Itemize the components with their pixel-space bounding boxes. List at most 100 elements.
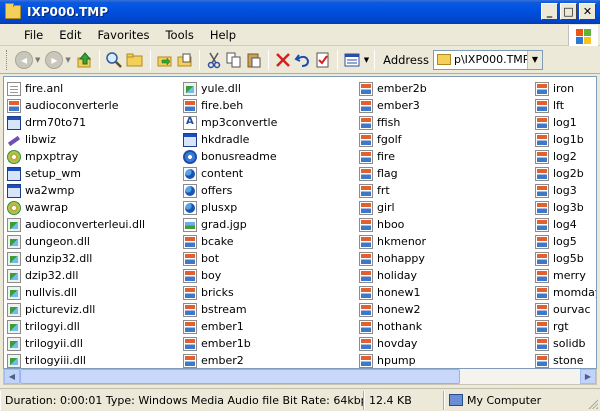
file-item[interactable]: plusxp [183, 199, 277, 216]
address-dropdown-button[interactable]: ▼ [526, 50, 542, 69]
file-item[interactable]: wawrap [7, 199, 145, 216]
search-button[interactable] [105, 49, 123, 71]
minimize-button[interactable]: _ [541, 3, 558, 20]
file-item[interactable]: libwiz [7, 131, 145, 148]
menu-file[interactable]: File [16, 28, 51, 42]
file-item[interactable]: wa2wmp [7, 182, 145, 199]
file-item[interactable]: audioconverterle [7, 97, 145, 114]
file-item[interactable]: honew1 [359, 284, 427, 301]
file-item[interactable]: iron [535, 80, 596, 97]
file-item[interactable]: hohappy [359, 250, 427, 267]
file-item[interactable]: mpxptray [7, 148, 145, 165]
copy-to-button[interactable] [176, 49, 194, 71]
properties-button[interactable] [314, 49, 332, 71]
up-folder-button[interactable] [76, 49, 94, 71]
file-item[interactable]: flag [359, 165, 427, 182]
file-item[interactable]: log1b [535, 131, 596, 148]
close-button[interactable]: ✕ [579, 3, 596, 20]
file-item[interactable]: ember3 [359, 97, 427, 114]
file-item[interactable]: log3b [535, 199, 596, 216]
file-item[interactable]: trilogyi.dll [7, 318, 145, 335]
maximize-button[interactable]: □ [560, 3, 577, 20]
cut-button[interactable] [205, 49, 223, 71]
file-item[interactable]: hkdradle [183, 131, 277, 148]
address-input[interactable]: p\IXP000.TMP [454, 53, 529, 66]
file-item[interactable]: setup_wm [7, 165, 145, 182]
file-item[interactable]: hpump [359, 352, 427, 368]
file-item[interactable]: ember2b [359, 80, 427, 97]
resize-grip[interactable] [586, 397, 598, 409]
move-to-button[interactable] [156, 49, 174, 71]
menu-favorites[interactable]: Favorites [90, 28, 158, 42]
copy-button[interactable] [225, 49, 243, 71]
file-item[interactable]: stone [535, 352, 596, 368]
file-item[interactable]: ember2 [183, 352, 277, 368]
folders-button[interactable] [125, 49, 145, 71]
file-item[interactable]: ember1 [183, 318, 277, 335]
file-item[interactable]: bot [183, 250, 277, 267]
file-item[interactable]: hboo [359, 216, 427, 233]
file-item[interactable]: bricks [183, 284, 277, 301]
file-item[interactable]: frt [359, 182, 427, 199]
file-item[interactable]: bonusreadme [183, 148, 277, 165]
forward-button[interactable]: ▸ ▼ [45, 49, 71, 71]
file-item[interactable]: yule.dll [183, 80, 277, 97]
scroll-left-button[interactable]: ◀ [4, 369, 20, 384]
file-item[interactable]: nullvis.dll [7, 284, 145, 301]
file-item[interactable]: lft [535, 97, 596, 114]
file-item[interactable]: fire [359, 148, 427, 165]
file-item[interactable]: pictureviz.dll [7, 301, 145, 318]
file-item[interactable]: log4 [535, 216, 596, 233]
delete-button[interactable] [274, 49, 292, 71]
back-button[interactable]: ◂ ▼ [15, 49, 40, 71]
menu-help[interactable]: Help [202, 28, 244, 42]
file-item[interactable]: mp3convertle [183, 114, 277, 131]
file-item[interactable]: hovday [359, 335, 427, 352]
scroll-track[interactable] [20, 369, 580, 384]
file-item[interactable]: solidb [535, 335, 596, 352]
file-item[interactable]: merry [535, 267, 596, 284]
file-item[interactable]: log3 [535, 182, 596, 199]
file-item[interactable]: ourvac [535, 301, 596, 318]
file-item[interactable]: bstream [183, 301, 277, 318]
file-item[interactable]: girl [359, 199, 427, 216]
file-item[interactable]: content [183, 165, 277, 182]
file-item[interactable]: dzip32.dll [7, 267, 145, 284]
file-item[interactable]: offers [183, 182, 277, 199]
file-item[interactable]: drm70to71 [7, 114, 145, 131]
horizontal-scrollbar[interactable]: ◀ ▶ [3, 369, 597, 385]
menu-edit[interactable]: Edit [51, 28, 89, 42]
address-bar[interactable]: p\IXP000.TMP ▼ [432, 49, 543, 70]
file-item[interactable]: fgolf [359, 131, 427, 148]
file-item[interactable]: trilogyii.dll [7, 335, 145, 352]
file-item[interactable]: momday [535, 284, 596, 301]
file-item[interactable]: log5b [535, 250, 596, 267]
file-item[interactable]: fire.anl [7, 80, 145, 97]
file-item[interactable]: honew2 [359, 301, 427, 318]
file-item[interactable]: log1 [535, 114, 596, 131]
file-item[interactable]: hkmenor [359, 233, 427, 250]
file-item[interactable]: rgt [535, 318, 596, 335]
file-item[interactable]: log5 [535, 233, 596, 250]
scroll-thumb[interactable] [20, 369, 460, 384]
file-item[interactable]: holiday [359, 267, 427, 284]
file-item[interactable]: grad.jgp [183, 216, 277, 233]
file-item[interactable]: log2b [535, 165, 596, 182]
file-list-view[interactable]: fire.anl audioconverterle drm70to71 libwiz m… [3, 76, 597, 369]
menu-tools[interactable]: Tools [157, 28, 201, 42]
file-item[interactable]: ember1b [183, 335, 277, 352]
paste-button[interactable] [245, 49, 263, 71]
views-button[interactable]: ▼ [343, 49, 369, 71]
file-item[interactable]: boy [183, 267, 277, 284]
file-item[interactable]: bcake [183, 233, 277, 250]
file-item[interactable]: dunzip32.dll [7, 250, 145, 267]
undo-button[interactable] [294, 49, 312, 71]
file-item[interactable]: audioconverterleui.dll [7, 216, 145, 233]
file-item[interactable]: ffish [359, 114, 427, 131]
file-item[interactable]: trilogyiii.dll [7, 352, 145, 368]
file-item[interactable]: dungeon.dll [7, 233, 145, 250]
scroll-right-button[interactable]: ▶ [580, 369, 596, 384]
file-item[interactable]: hothank [359, 318, 427, 335]
file-item[interactable]: log2 [535, 148, 596, 165]
file-item[interactable]: fire.beh [183, 97, 277, 114]
